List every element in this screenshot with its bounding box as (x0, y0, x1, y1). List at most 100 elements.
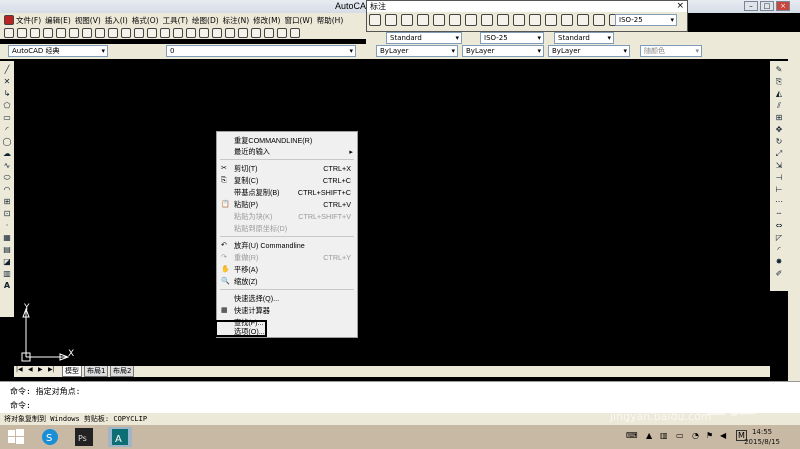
redo-icon[interactable] (147, 28, 157, 38)
undo-icon[interactable] (134, 28, 144, 38)
layer-select[interactable]: 0 (166, 45, 356, 57)
save-icon[interactable] (30, 28, 40, 38)
ellipse-icon[interactable]: ⬭ (2, 173, 12, 182)
brush-icon[interactable]: ✐ (774, 269, 784, 278)
array-icon[interactable]: ⊞ (774, 113, 784, 122)
properties-icon[interactable] (212, 28, 222, 38)
rotate-icon[interactable]: ↻ (774, 137, 784, 146)
markup-icon[interactable] (264, 28, 274, 38)
tab-prev-button[interactable]: ◀ (28, 366, 33, 373)
menu-view[interactable]: 视图(V) (73, 15, 103, 26)
region-icon[interactable]: ◪ (2, 257, 12, 266)
construction-line-icon[interactable]: ✕ (2, 77, 12, 86)
vertical-scrollbar[interactable] (788, 38, 800, 382)
aligned-dim-icon[interactable] (385, 14, 397, 26)
calculator-icon[interactable] (277, 28, 287, 38)
network-icon[interactable]: ▥ (660, 431, 668, 440)
menu-insert[interactable]: 插入(I) (103, 15, 130, 26)
new-icon[interactable] (4, 28, 14, 38)
copy-object-icon[interactable]: ⎘ (774, 77, 784, 86)
start-icon[interactable] (6, 427, 30, 447)
menu-tools[interactable]: 工具(T) (161, 15, 190, 26)
tolerance-icon[interactable] (561, 14, 573, 26)
tool-palette-icon[interactable] (238, 28, 248, 38)
sogou-browser-icon[interactable]: S (38, 427, 62, 447)
wifi-icon[interactable]: ◔ (692, 431, 699, 440)
revcloud-icon[interactable]: ☁ (2, 149, 12, 158)
print-icon[interactable] (43, 28, 53, 38)
close-icon[interactable]: × (676, 1, 684, 11)
chamfer-icon[interactable]: ◸ (774, 233, 784, 242)
menu-recent-input[interactable]: 最近的输入 ▸ (217, 146, 357, 157)
dim-style-select-2[interactable]: ISO-25 (480, 32, 544, 44)
extend-icon[interactable]: ⊢ (774, 185, 784, 194)
linear-dim-icon[interactable] (369, 14, 381, 26)
menu-window[interactable]: 窗口(W) (282, 15, 314, 26)
dim-style-select[interactable]: ISO-25 (615, 14, 677, 26)
help-icon[interactable] (290, 28, 300, 38)
line-icon[interactable]: ╱ (2, 65, 12, 74)
tray-up-icon[interactable]: ▲ (646, 431, 652, 440)
minimize-button[interactable]: – (744, 1, 758, 11)
menu-undo[interactable]: ↶ 放弃(U) Commandline (217, 240, 357, 251)
tab-model[interactable]: 模型 (62, 366, 82, 377)
jogged-icon[interactable] (449, 14, 461, 26)
linetype-select[interactable]: ByLayer (462, 45, 544, 57)
erase-icon[interactable]: ✎ (774, 65, 784, 74)
clock[interactable]: 14:55 2015/8/15 (744, 427, 780, 447)
tab-first-button[interactable]: |◀ (16, 366, 23, 373)
ordinate-icon[interactable] (417, 14, 429, 26)
polygon-icon[interactable]: ⬠ (2, 101, 12, 110)
menu-pan[interactable]: ✋ 平移(A) (217, 264, 357, 275)
menu-copy[interactable]: ⎘ 复制(C) CTRL+C (217, 175, 357, 186)
arc-length-icon[interactable] (401, 14, 413, 26)
photoshop-icon[interactable]: Ps (72, 427, 96, 447)
design-center-icon[interactable] (225, 28, 235, 38)
ellipse-arc-icon[interactable]: ◠ (2, 185, 12, 194)
app-icon[interactable] (4, 15, 14, 25)
fillet-icon[interactable]: ◜ (774, 245, 784, 254)
polyline-icon[interactable]: ↳ (2, 89, 12, 98)
angular-icon[interactable] (481, 14, 493, 26)
paste-icon[interactable] (108, 28, 118, 38)
cut-icon[interactable] (82, 28, 92, 38)
center-mark-icon[interactable] (577, 14, 589, 26)
leader-icon[interactable] (545, 14, 557, 26)
menu-help[interactable]: 帮助(H) (315, 15, 346, 26)
command-prompt[interactable]: 命令: (10, 400, 31, 411)
spline-icon[interactable]: ∿ (2, 161, 12, 170)
radius-icon[interactable] (433, 14, 445, 26)
tab-next-button[interactable]: ▶ (38, 366, 43, 373)
zoom-previous-icon[interactable] (199, 28, 209, 38)
quick-dim-icon[interactable] (497, 14, 509, 26)
rectangle-icon[interactable]: ▭ (2, 113, 12, 122)
menu-file[interactable]: 文件(F) (14, 15, 43, 26)
text-style-select[interactable]: Standard (386, 32, 462, 44)
scale-icon[interactable]: ⤢ (774, 149, 784, 158)
circle-icon[interactable]: ◯ (2, 137, 12, 146)
battery-icon[interactable]: ▭ (676, 431, 684, 440)
break-icon[interactable]: ╌ (774, 209, 784, 218)
offset-icon[interactable]: ⫽ (774, 101, 784, 110)
volume-icon[interactable]: ◀ (720, 431, 726, 440)
lineweight-select[interactable]: ByLayer (548, 45, 630, 57)
menu-modify[interactable]: 修改(M) (251, 15, 282, 26)
point-icon[interactable]: · (2, 221, 12, 230)
join-icon[interactable]: ⇔ (774, 221, 784, 230)
menu-draw[interactable]: 绘图(D) (190, 15, 221, 26)
table-style-select[interactable]: Standard (554, 32, 614, 44)
plot-style-select[interactable]: 随颜色 (640, 45, 702, 57)
table-icon[interactable]: ▥ (2, 269, 12, 278)
gradient-icon[interactable]: ▤ (2, 245, 12, 254)
mirror-icon[interactable]: ◭ (774, 89, 784, 98)
zoom-realtime-icon[interactable] (173, 28, 183, 38)
explode-icon[interactable]: ✸ (774, 257, 784, 266)
insert-block-icon[interactable]: ⊞ (2, 197, 12, 206)
close-window-button[interactable]: × (776, 1, 790, 11)
match-prop-icon[interactable] (121, 28, 131, 38)
menu-paste[interactable]: 📋 粘贴(P) CTRL+V (217, 199, 357, 210)
zoom-window-icon[interactable] (186, 28, 196, 38)
trim-icon[interactable]: ⊣ (774, 173, 784, 182)
publish-icon[interactable] (69, 28, 79, 38)
diameter-icon[interactable] (465, 14, 477, 26)
